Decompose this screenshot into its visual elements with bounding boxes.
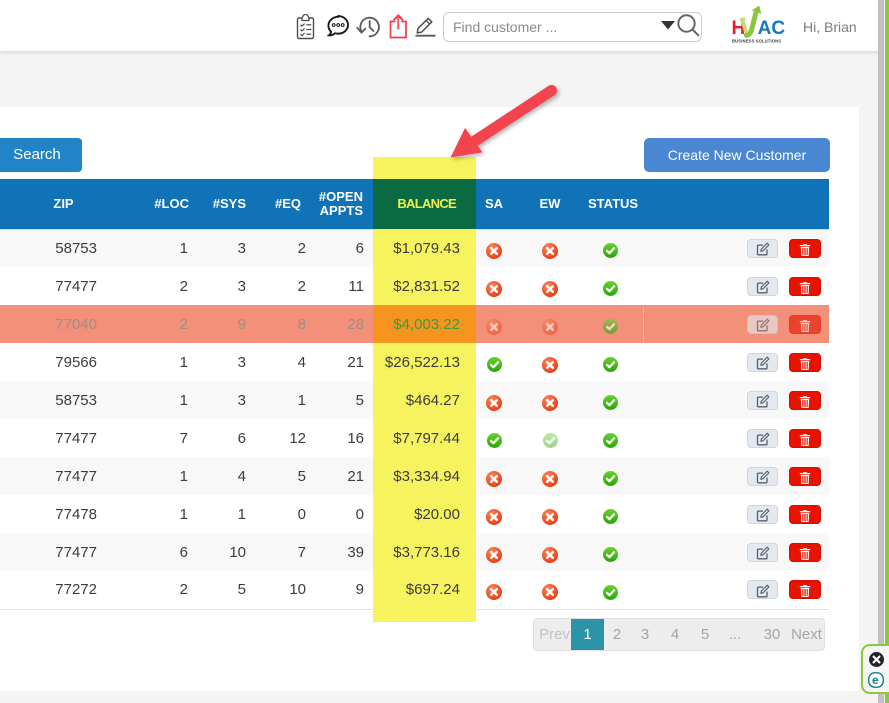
svg-text:e: e	[872, 673, 879, 687]
svg-text:AC: AC	[758, 18, 785, 39]
svg-text:BUSINESS SOLUTIONS: BUSINESS SOLUTIONS	[732, 38, 781, 43]
